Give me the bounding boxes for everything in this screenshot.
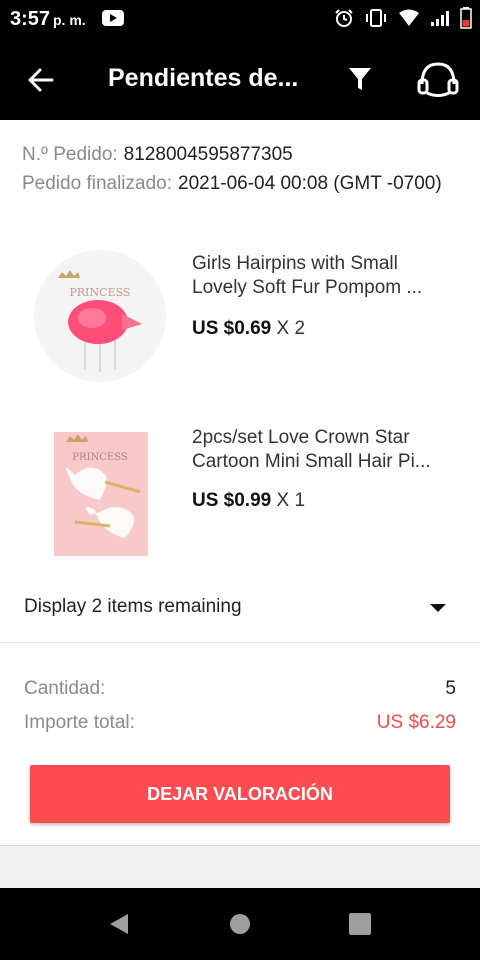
alarm-icon	[335, 9, 353, 27]
display-remaining-label: Display 2 items remaining	[24, 596, 242, 617]
nav-recents-icon[interactable]	[349, 913, 371, 935]
signal-icon	[431, 11, 449, 26]
nav-back-icon[interactable]	[108, 912, 130, 936]
product-price-row: US $0.69 X 2	[192, 318, 305, 340]
product-quantity: X 1	[276, 490, 306, 511]
battery-icon	[460, 7, 472, 29]
total-row: Importe total: US $6.29	[24, 706, 456, 740]
order-finalized-label: Pedido finalizado:	[22, 173, 172, 194]
product-title[interactable]: 2pcs/set Love Crown Star Cartoon Mini Sm…	[192, 426, 454, 474]
product-title-line2: Lovely Soft Fur Pompom ...	[192, 277, 423, 298]
nav-home-icon[interactable]	[230, 914, 250, 934]
product-title-line1: Girls Hairpins with Small	[192, 253, 398, 274]
order-item[interactable]: PRINCESS 2pcs/set Love Crown Star Cartoo…	[0, 418, 480, 568]
page-title: Pendientes de...	[108, 64, 299, 92]
product-price: US $0.99	[192, 490, 272, 511]
order-number-label: N.º Pedido:	[22, 144, 118, 165]
product-image-text: PRINCESS	[70, 286, 131, 299]
product-price-row: US $0.99 X 1	[192, 490, 305, 512]
order-number-row: N.º Pedido: 8128004595877305	[22, 142, 462, 167]
caret-down-icon	[430, 604, 446, 612]
product-price: US $0.69	[192, 318, 272, 339]
order-finalized-value: 2021-06-04 00:08 (GMT -0700)	[178, 173, 442, 194]
product-image: PRINCESS	[54, 432, 148, 556]
total-label: Importe total:	[24, 712, 135, 733]
status-bar: 3:57 p. m.	[0, 0, 480, 38]
status-icons	[334, 6, 472, 30]
app-bar: Pendientes de...	[0, 38, 480, 120]
product-image-text: PRINCESS	[72, 452, 128, 463]
product-title-line1: 2pcs/set Love Crown Star	[192, 427, 410, 448]
filter-icon[interactable]	[345, 64, 375, 94]
system-nav-bar	[0, 888, 480, 960]
order-info: N.º Pedido: 8128004595877305 Pedido fina…	[22, 142, 462, 196]
quantity-row: Cantidad: 5	[24, 672, 456, 706]
leave-review-button[interactable]: DEJAR VALORACIÓN	[30, 765, 450, 823]
product-image: PRINCESS	[34, 250, 166, 382]
bottom-spacer	[0, 845, 480, 888]
back-arrow-icon[interactable]	[22, 62, 62, 98]
order-finalized-row: Pedido finalizado: 2021-06-04 00:08 (GMT…	[22, 171, 462, 196]
vibrate-icon	[366, 9, 386, 27]
quantity-value: 5	[445, 678, 456, 699]
total-value: US $6.29	[376, 712, 456, 733]
status-time: 3:57	[10, 8, 51, 30]
headset-support-icon[interactable]	[414, 58, 462, 100]
wifi-icon	[399, 9, 419, 26]
divider	[0, 642, 480, 643]
order-item[interactable]: PRINCESS Girls Hairpins with Small Lovel…	[0, 244, 480, 394]
quantity-label: Cantidad:	[24, 678, 106, 699]
status-ampm: p. m.	[53, 12, 86, 28]
youtube-icon	[102, 10, 124, 26]
order-number-value: 8128004595877305	[123, 144, 293, 165]
product-title[interactable]: Girls Hairpins with Small Lovely Soft Fu…	[192, 252, 454, 300]
order-summary: Cantidad: 5 Importe total: US $6.29	[24, 672, 456, 740]
product-quantity: X 2	[276, 318, 306, 339]
display-remaining-toggle[interactable]: Display 2 items remaining	[0, 586, 480, 630]
product-title-line2: Cartoon Mini Small Hair Pi...	[192, 451, 431, 472]
